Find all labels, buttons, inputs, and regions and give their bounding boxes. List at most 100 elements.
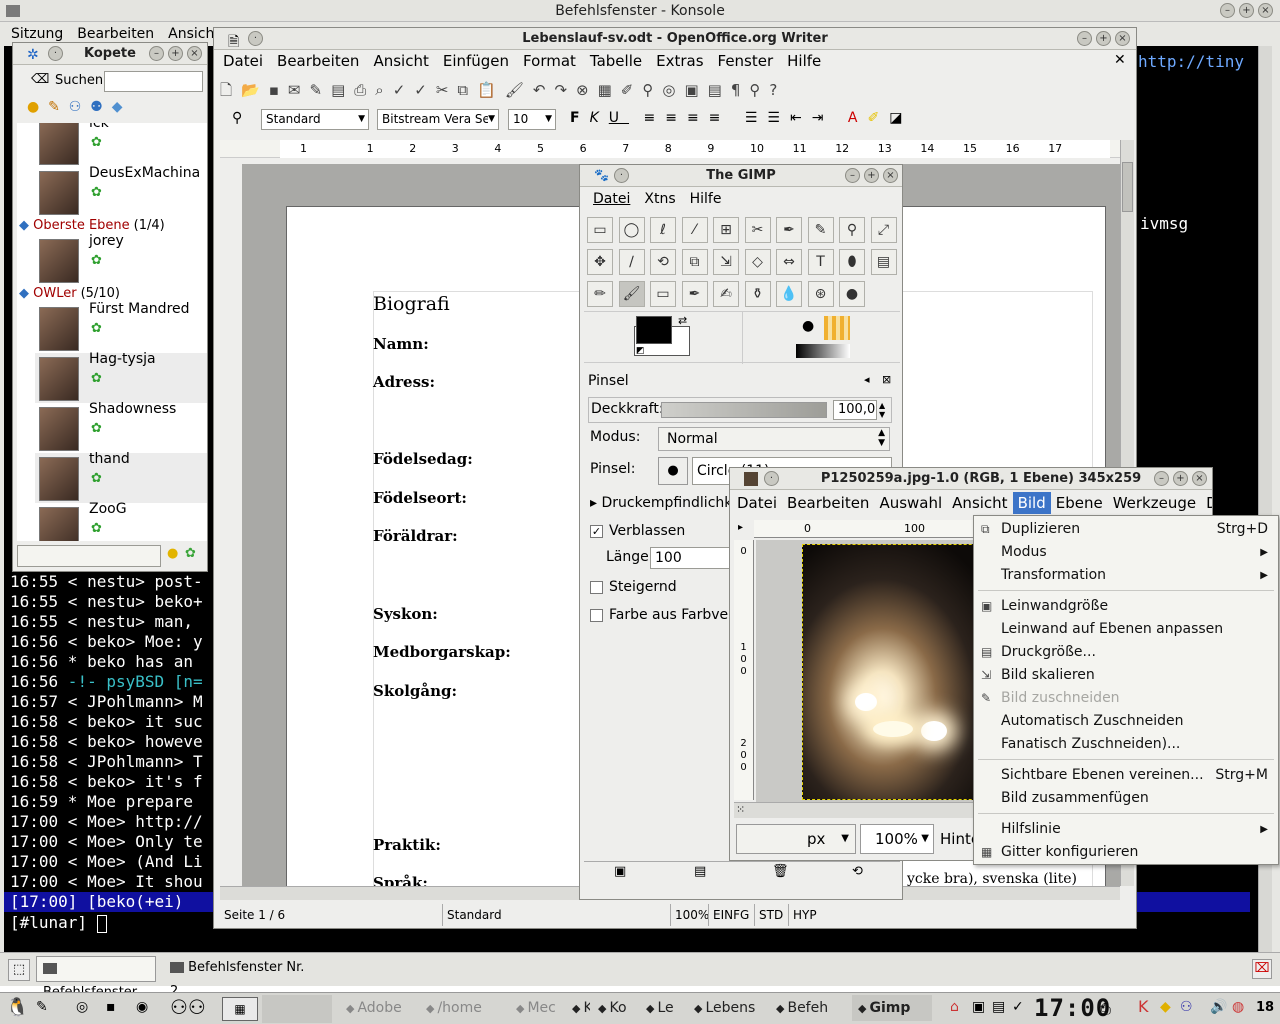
menu-bild[interactable]: Bild bbox=[1012, 492, 1051, 514]
menu-icon[interactable]: · bbox=[48, 46, 63, 61]
cut-icon[interactable]: ✂ bbox=[436, 81, 458, 99]
navigator-icon[interactable]: ◎ bbox=[662, 81, 684, 99]
spellcheck-icon[interactable]: ✓ bbox=[393, 81, 415, 99]
contact-item[interactable]: ZooG ✿ bbox=[35, 501, 207, 541]
tab-befehlsfenster[interactable]: Befehlsfenster bbox=[36, 956, 156, 1000]
menu-hilfe[interactable]: Hilfe bbox=[780, 50, 828, 72]
brush-preview-button[interactable]: ● bbox=[658, 457, 688, 485]
menu-tabelle[interactable]: Tabelle bbox=[583, 50, 649, 72]
tool-button[interactable]: ℓ bbox=[650, 217, 676, 243]
panel-menu-icon[interactable]: ◂ bbox=[864, 373, 870, 386]
color-gradient-checkbox[interactable]: Farbe aus Farbve bbox=[590, 607, 728, 623]
tool-button[interactable]: ▭ bbox=[587, 217, 613, 243]
disk-icon[interactable]: ◉ bbox=[136, 999, 148, 1015]
minimize-icon[interactable]: – bbox=[845, 168, 860, 183]
close-icon[interactable]: × bbox=[1115, 31, 1130, 46]
draw-icon[interactable]: ✐ bbox=[621, 81, 643, 99]
tool-button[interactable]: ✍ bbox=[713, 281, 739, 307]
menu-hilfe[interactable]: Hilfe bbox=[683, 188, 729, 210]
contact-item[interactable]: jorey ✿ bbox=[35, 233, 207, 285]
close-icon[interactable]: × bbox=[187, 46, 202, 61]
incremental-checkbox[interactable]: Steigernd bbox=[590, 579, 677, 595]
minimize-icon[interactable]: – bbox=[1154, 471, 1169, 486]
print-icon[interactable]: ⎙ bbox=[354, 81, 375, 99]
contact-item[interactable]: Shadowness ✿ bbox=[35, 401, 207, 453]
menu-ebene[interactable]: Ebene bbox=[1051, 494, 1108, 512]
pressure-expander[interactable]: ▸ Druckempfindlichk bbox=[590, 495, 732, 511]
preview-icon[interactable]: ⌕ bbox=[375, 81, 392, 99]
tool-button[interactable]: ✥ bbox=[587, 249, 613, 275]
align-center-icon[interactable]: ≡ bbox=[665, 110, 687, 126]
contact-item[interactable]: DeusExMachina ✿ bbox=[35, 165, 207, 217]
tool-button[interactable]: ⁄ bbox=[681, 217, 708, 243]
gallery-icon[interactable]: ▣ bbox=[684, 81, 707, 99]
menu-item[interactable]: Fanatisch Zuschneiden)... bbox=[974, 733, 1278, 756]
search-input[interactable] bbox=[104, 71, 203, 92]
menu-item[interactable]: ⧉ Duplizieren Strg+D bbox=[974, 518, 1278, 541]
task-button[interactable]: ◆ Ko bbox=[592, 995, 638, 1021]
unit-select[interactable]: px ▼ bbox=[736, 824, 856, 854]
menu-icon[interactable]: · bbox=[614, 168, 629, 183]
menu-extras[interactable]: Extras bbox=[649, 50, 710, 72]
menu-item[interactable]: Bild zusammenfügen bbox=[974, 787, 1278, 810]
italic-icon[interactable]: K bbox=[590, 110, 609, 126]
bold-icon[interactable]: F bbox=[570, 110, 590, 126]
tool-button[interactable]: 🖌 bbox=[618, 281, 645, 307]
task-button[interactable]: ◆/home bbox=[420, 995, 508, 1021]
menu-item[interactable]: Leinwand auf Ebenen anpassen bbox=[974, 618, 1278, 641]
tool-button[interactable]: ✒ bbox=[776, 217, 802, 243]
tool-button[interactable]: ◯ bbox=[618, 217, 645, 243]
tool-button[interactable]: ⧉ bbox=[681, 249, 708, 275]
selection-mode[interactable]: STD bbox=[754, 904, 783, 926]
task-button[interactable]: ◆ Befeh bbox=[770, 995, 850, 1021]
menu-item[interactable]: ⇲ Bild skalieren bbox=[974, 664, 1278, 687]
contact-item[interactable]: thand ✿ bbox=[35, 451, 207, 503]
tray-home-icon[interactable]: ⌂ bbox=[950, 999, 959, 1015]
tool-button[interactable]: ⊛ bbox=[807, 281, 834, 307]
mode-select[interactable]: Normal ▲ ▼ bbox=[658, 427, 890, 451]
menu-item[interactable]: Transformation ▶ bbox=[974, 564, 1278, 587]
maximize-icon[interactable]: + bbox=[1173, 471, 1188, 486]
align-right-icon[interactable]: ≡ bbox=[687, 110, 709, 126]
tool-button[interactable]: ⤢ bbox=[870, 217, 897, 243]
increase-indent-icon[interactable]: ⇥ bbox=[812, 110, 834, 126]
task-button[interactable]: ◆ Le bbox=[640, 995, 686, 1021]
pdf-icon[interactable]: ▤ bbox=[331, 81, 354, 99]
konsole-menu-icon[interactable] bbox=[6, 5, 20, 17]
kde-icon[interactable]: K bbox=[1138, 997, 1149, 1016]
tool-button[interactable]: ▭ bbox=[650, 281, 676, 307]
swap-colors-icon[interactable]: ⇄ bbox=[678, 314, 687, 327]
pattern-preview[interactable] bbox=[824, 316, 850, 340]
default-colors-icon[interactable]: ◩ bbox=[636, 346, 645, 356]
gradient-preview[interactable] bbox=[796, 344, 850, 358]
save-icon[interactable]: ▪ bbox=[269, 81, 288, 99]
kmenu-icon[interactable]: 🐧 bbox=[6, 997, 28, 1018]
tool-button[interactable]: ▤ bbox=[870, 249, 897, 275]
undo-icon[interactable]: ↶ bbox=[533, 81, 555, 99]
find-icon[interactable]: ⚲ bbox=[642, 81, 662, 99]
tool-button[interactable]: ⟲ bbox=[650, 249, 676, 275]
tool-button[interactable]: ✒ bbox=[681, 281, 708, 307]
tool-button[interactable]: ⬮ bbox=[839, 249, 865, 275]
image-titlebar[interactable]: P1250259a.jpg-1.0 (RGB, 1 Ebene) 345x259 bbox=[730, 468, 1212, 490]
minimize-icon[interactable]: – bbox=[1220, 3, 1235, 18]
task-button[interactable]: ◆ Gimp bbox=[852, 995, 932, 1021]
close-icon[interactable]: × bbox=[1192, 471, 1207, 486]
menu-item[interactable]: ▦ Gitter konfigurieren bbox=[974, 841, 1278, 864]
maximize-icon[interactable]: + bbox=[1239, 3, 1254, 18]
panel-close-icon[interactable]: ⊠ bbox=[882, 373, 891, 386]
font-name-select[interactable]: Bitstream Vera Se ▼ bbox=[377, 109, 499, 130]
mail-icon[interactable]: ✉ bbox=[288, 81, 310, 99]
menu-item[interactable]: Automatisch Zuschneiden bbox=[974, 710, 1278, 733]
opacity-input[interactable]: 100,0 bbox=[833, 400, 877, 420]
close-icon[interactable]: × bbox=[883, 168, 898, 183]
contact-item[interactable]: ick ✿ bbox=[35, 123, 207, 167]
datasource-icon[interactable]: ▤ bbox=[708, 81, 731, 99]
tool-button[interactable]: ⚱ bbox=[744, 281, 771, 307]
task-button[interactable]: ◆ Lebens bbox=[688, 995, 768, 1021]
tray-icon[interactable]: ◍ bbox=[1232, 999, 1244, 1015]
brush-preview-icon[interactable]: ● bbox=[802, 318, 814, 334]
font-size-select[interactable]: 10 ▼ bbox=[508, 109, 556, 130]
paste-icon[interactable]: 📋 bbox=[477, 81, 505, 99]
edit-icon[interactable]: ✎ bbox=[48, 99, 60, 115]
